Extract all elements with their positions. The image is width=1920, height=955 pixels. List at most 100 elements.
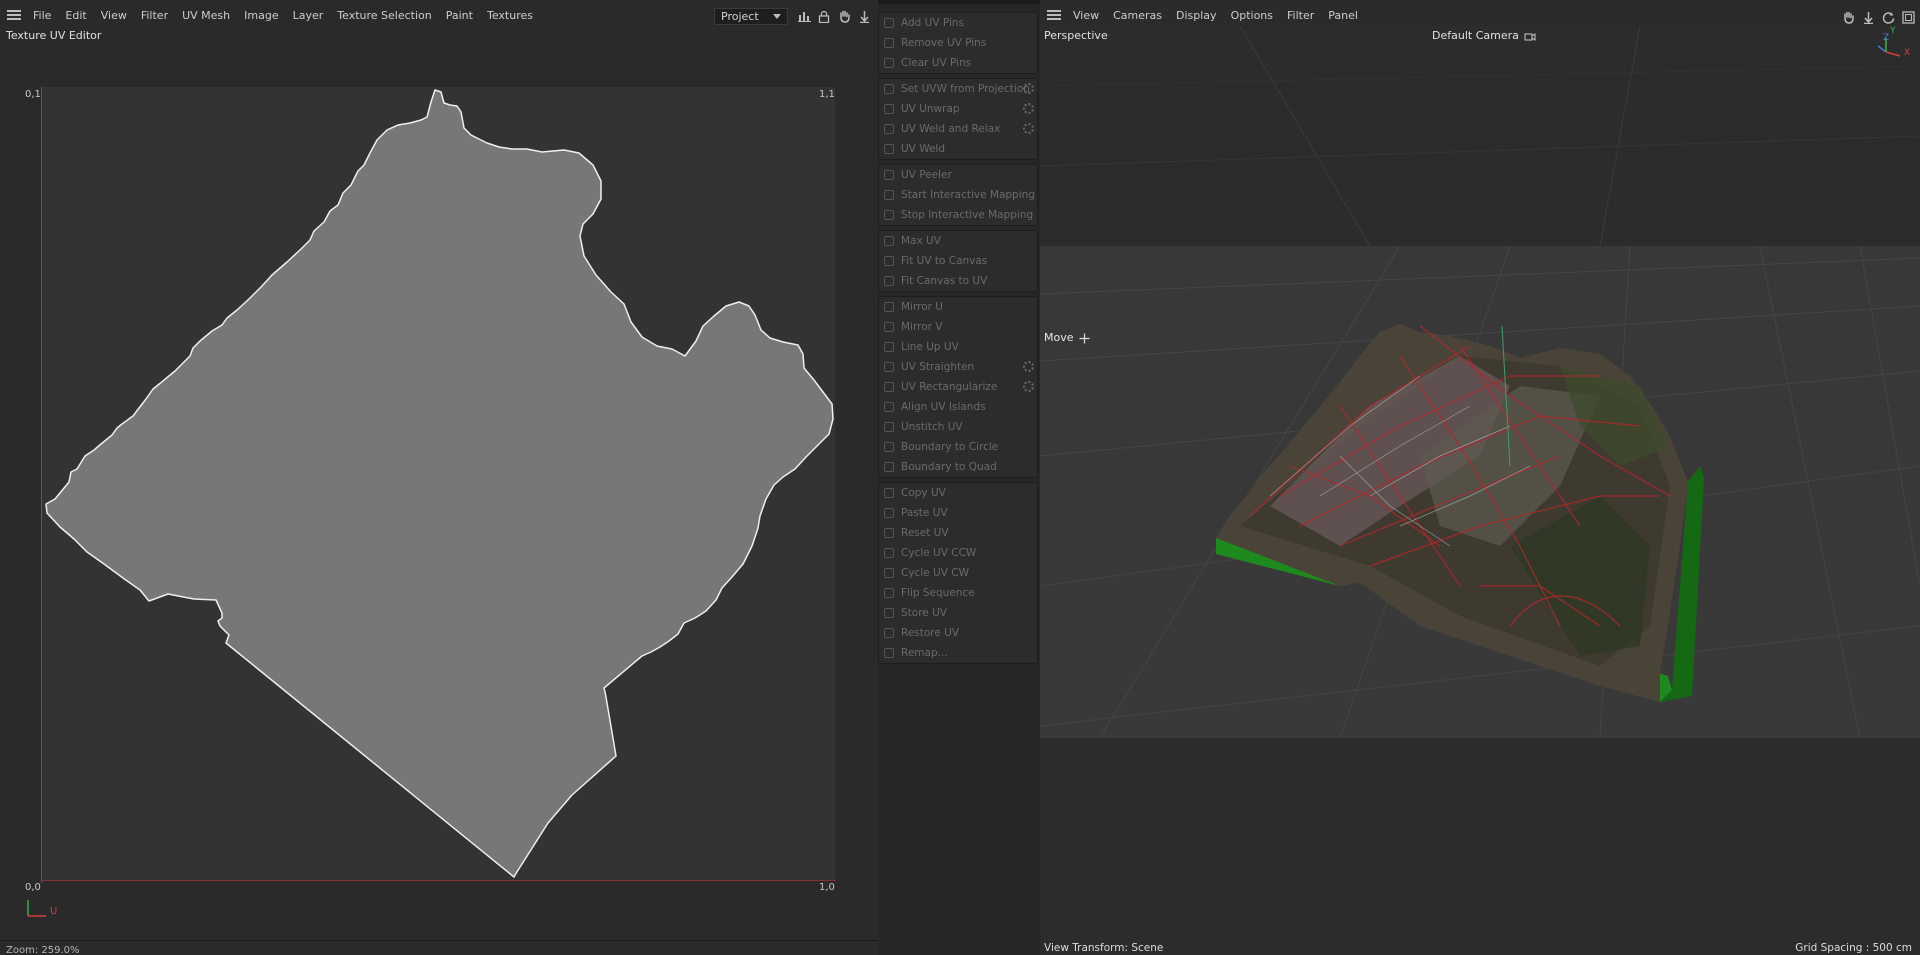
command-clear-uv-pins[interactable]: Clear UV Pins — [879, 53, 1037, 73]
command-flip-sequence[interactable]: Flip Sequence — [879, 583, 1037, 603]
command-reset-uv[interactable]: Reset UV — [879, 523, 1037, 543]
vp-menu-display[interactable]: Display — [1169, 9, 1224, 22]
gear-icon[interactable] — [1023, 83, 1034, 94]
pan-hand-icon[interactable] — [1840, 9, 1856, 25]
viewport-nav-icons — [1840, 9, 1916, 25]
command-unstitch-uv[interactable]: Unstitch UV — [879, 417, 1037, 437]
command-label: Boundary to Circle — [901, 441, 999, 453]
command-label: Set UVW from Projection — [901, 83, 1030, 95]
command-label: UV Weld and Relax — [901, 123, 1001, 135]
command-max-uv[interactable]: Max UV — [879, 231, 1037, 251]
command-label: Clear UV Pins — [901, 57, 972, 69]
command-label: Remap... — [901, 647, 948, 659]
command-copy-uv[interactable]: Copy UV — [879, 483, 1037, 503]
command-label: Stop Interactive Mapping — [901, 209, 1034, 221]
unwrap-icon — [884, 104, 894, 114]
projection-icon — [884, 84, 894, 94]
vp-menu-filter[interactable]: Filter — [1280, 9, 1321, 22]
stop-icon — [884, 210, 894, 220]
command-cycle-uv-ccw[interactable]: Cycle UV CCW — [879, 543, 1037, 563]
gear-icon[interactable] — [1023, 123, 1034, 134]
command-group: UV Peeler Start Interactive Mapping Stop I… — [878, 164, 1038, 226]
command-fit-canvas-to-uv[interactable]: Fit Canvas to UV — [879, 271, 1037, 291]
command-label: Mirror V — [901, 321, 943, 333]
command-store-uv[interactable]: Store UV — [879, 603, 1037, 623]
restore-icon — [884, 628, 894, 638]
command-group: Set UVW from Projection UV Unwrap UV Weld … — [878, 78, 1038, 160]
command-mirror-v[interactable]: Mirror V — [879, 317, 1037, 337]
command-align-uv-islands[interactable]: Align UV Islands — [879, 397, 1037, 417]
gear-icon[interactable] — [1023, 361, 1034, 372]
mirror-u-icon — [884, 302, 894, 312]
uv-island-shape[interactable] — [0, 0, 878, 955]
command-cycle-uv-cw[interactable]: Cycle UV CW — [879, 563, 1037, 583]
uv-editor-panel: File Edit View Filter UV Mesh Image Laye… — [0, 0, 878, 955]
circle-icon — [884, 442, 894, 452]
command-restore-uv[interactable]: Restore UV — [879, 623, 1037, 643]
remap-icon — [884, 648, 894, 658]
viewport-menubar: View Cameras Display Options Filter Pane… — [1040, 4, 1920, 26]
command-label: UV Rectangularize — [901, 381, 998, 393]
command-label: UV Weld — [901, 143, 946, 155]
uv-axis-gizmo: U — [26, 898, 66, 923]
command-group: Copy UV Paste UV Reset UV Cycle UV CCW Cycle… — [878, 482, 1038, 664]
command-line-up-uv[interactable]: Line Up UV — [879, 337, 1037, 357]
zoom-status: Zoom: 259.0% — [6, 945, 80, 955]
command-label: UV Unwrap — [901, 103, 960, 115]
camera-name[interactable]: Default Camera — [1432, 29, 1536, 42]
maximize-panel-icon[interactable] — [1900, 9, 1916, 25]
command-uv-unwrap[interactable]: UV Unwrap — [879, 99, 1037, 119]
command-label: Reset UV — [901, 527, 949, 539]
dolly-icon[interactable] — [1860, 9, 1876, 25]
vp-menu-view[interactable]: View — [1066, 9, 1106, 22]
command-label: Remove UV Pins — [901, 37, 987, 49]
gear-icon[interactable] — [1023, 103, 1034, 114]
gear-icon[interactable] — [1023, 381, 1034, 392]
vp-menu-panel[interactable]: Panel — [1321, 9, 1365, 22]
command-fit-uv-to-canvas[interactable]: Fit UV to Canvas — [879, 251, 1037, 271]
quad-icon — [884, 462, 894, 472]
hamburger-menu-icon[interactable] — [1047, 10, 1061, 20]
command-label: Restore UV — [901, 627, 960, 639]
command-remove-uv-pins[interactable]: Remove UV Pins — [879, 33, 1037, 53]
command-label: Store UV — [901, 607, 947, 619]
flip-icon — [884, 588, 894, 598]
max-uv-icon — [884, 236, 894, 246]
camera-name-text: Default Camera — [1432, 29, 1519, 42]
camera-icon — [1524, 33, 1536, 41]
active-tool-label: Move — [1044, 331, 1074, 344]
command-uv-weld-and-relax[interactable]: UV Weld and Relax — [879, 119, 1037, 139]
fit-canvas-icon — [884, 276, 894, 286]
axis-z-label: Z — [1883, 33, 1890, 43]
command-uv-straighten[interactable]: UV Straighten — [879, 357, 1037, 377]
fit-uv-icon — [884, 256, 894, 266]
viewport-scene[interactable] — [1040, 26, 1920, 955]
vp-menu-options[interactable]: Options — [1224, 9, 1280, 22]
align-icon — [884, 402, 894, 412]
command-paste-uv[interactable]: Paste UV — [879, 503, 1037, 523]
view-transform-status: View Transform: Scene — [1044, 942, 1164, 954]
pin-remove-icon — [884, 38, 894, 48]
command-mirror-u[interactable]: Mirror U — [879, 297, 1037, 317]
command-start-interactive-mapping[interactable]: Start Interactive Mapping — [879, 185, 1037, 205]
copy-icon — [884, 488, 894, 498]
command-boundary-to-quad[interactable]: Boundary to Quad — [879, 457, 1037, 477]
command-label: UV Peeler — [901, 169, 952, 181]
command-uv-rectangularize[interactable]: UV Rectangularize — [879, 377, 1037, 397]
orbit-icon[interactable] — [1880, 9, 1896, 25]
command-uv-peeler[interactable]: UV Peeler — [879, 165, 1037, 185]
viewport-view-name[interactable]: Perspective — [1044, 29, 1108, 42]
command-label: Paste UV — [901, 507, 948, 519]
command-label: Fit Canvas to UV — [901, 275, 988, 287]
play-icon — [884, 190, 894, 200]
command-set-uvw-from-projection[interactable]: Set UVW from Projection — [879, 79, 1037, 99]
command-boundary-to-circle[interactable]: Boundary to Circle — [879, 437, 1037, 457]
command-group: Max UV Fit UV to Canvas Fit Canvas to UV — [878, 230, 1038, 292]
command-uv-weld[interactable]: UV Weld — [879, 139, 1037, 159]
command-stop-interactive-mapping[interactable]: Stop Interactive Mapping — [879, 205, 1037, 225]
command-remap[interactable]: Remap... — [879, 643, 1037, 663]
rectangularize-icon — [884, 382, 894, 392]
vp-menu-cameras[interactable]: Cameras — [1106, 9, 1169, 22]
command-add-uv-pins[interactable]: Add UV Pins — [879, 13, 1037, 33]
store-icon — [884, 608, 894, 618]
